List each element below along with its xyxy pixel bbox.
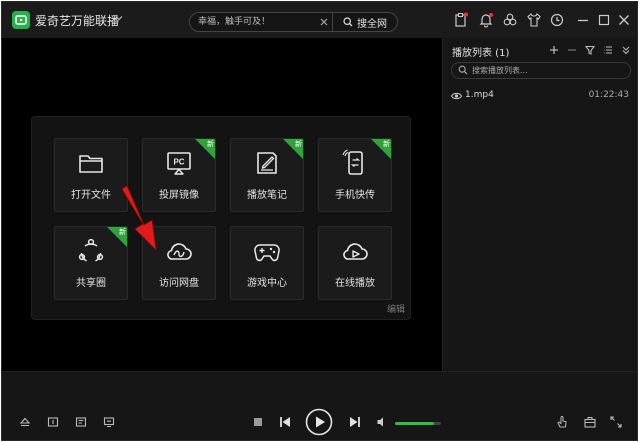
playlist-search-input[interactable]: [472, 64, 622, 77]
collapse-icon[interactable]: [620, 44, 632, 56]
app-window: 爱奇艺万能联播 搜全网 打开文件 PC: [1, 1, 638, 441]
playlist-item-name: 1.mp4: [465, 90, 494, 100]
app-logo-icon: [12, 11, 30, 29]
red-arrow-annotation-icon: [121, 185, 157, 252]
search-all-label: 搜全网: [357, 18, 387, 30]
playlist-search: [451, 62, 631, 79]
title-bar: 爱奇艺万能联播 搜全网: [2, 2, 637, 38]
close-icon[interactable]: [318, 16, 330, 28]
playlist-item-duration: 01:22:43: [588, 90, 629, 100]
filter-icon[interactable]: [584, 44, 596, 56]
search-icon: [343, 17, 353, 27]
volume-slider[interactable]: [395, 422, 441, 425]
stop-icon[interactable]: [252, 416, 264, 428]
list-icon[interactable]: [602, 44, 614, 56]
eject-icon[interactable]: [19, 416, 31, 428]
screen-settings-icon[interactable]: [103, 416, 115, 428]
danmaku-icon[interactable]: [75, 416, 87, 428]
eye-icon: [451, 92, 462, 100]
clip-board-icon[interactable]: [454, 12, 468, 28]
volume-icon[interactable]: [376, 416, 388, 428]
next-icon[interactable]: [348, 415, 362, 429]
maximize-icon[interactable]: [597, 12, 611, 28]
minimize-icon[interactable]: [576, 12, 590, 28]
search-input[interactable]: [198, 15, 306, 29]
tshirt-skin-icon[interactable]: [526, 12, 542, 28]
search-icon: [458, 65, 468, 75]
search-box: 搜全网: [189, 12, 398, 32]
player-controls: [2, 371, 637, 440]
clover-icon[interactable]: [502, 12, 518, 28]
close-window-icon[interactable]: [617, 12, 631, 28]
volume-level: [395, 422, 435, 425]
playlist-title: 播放列表 (1): [452, 48, 510, 59]
app-title: 爱奇艺万能联播: [35, 14, 120, 28]
chevron-down-icon[interactable]: [114, 13, 124, 23]
toolbox-icon[interactable]: [583, 415, 597, 429]
fullscreen-icon[interactable]: [609, 415, 623, 429]
main-area: 打开文件 PC 新 投屏镜像 新 播放笔记 新 手机快传 新 共享圈 访问网盘 …: [2, 38, 442, 371]
remove-icon[interactable]: [566, 44, 578, 56]
clock-icon[interactable]: [549, 12, 565, 28]
touch-hand-icon[interactable]: [555, 415, 569, 429]
subtitle-icon[interactable]: [47, 416, 59, 428]
playlist-panel: 播放列表 (1) 1.mp4 01:22:43: [442, 38, 637, 371]
playlist-item[interactable]: 1.mp4 01:22:43: [451, 90, 629, 104]
previous-icon[interactable]: [278, 415, 292, 429]
bell-icon[interactable]: [478, 12, 494, 28]
search-all-button[interactable]: 搜全网: [332, 13, 397, 31]
play-button-icon[interactable]: [305, 408, 333, 436]
add-icon[interactable]: [548, 44, 560, 56]
